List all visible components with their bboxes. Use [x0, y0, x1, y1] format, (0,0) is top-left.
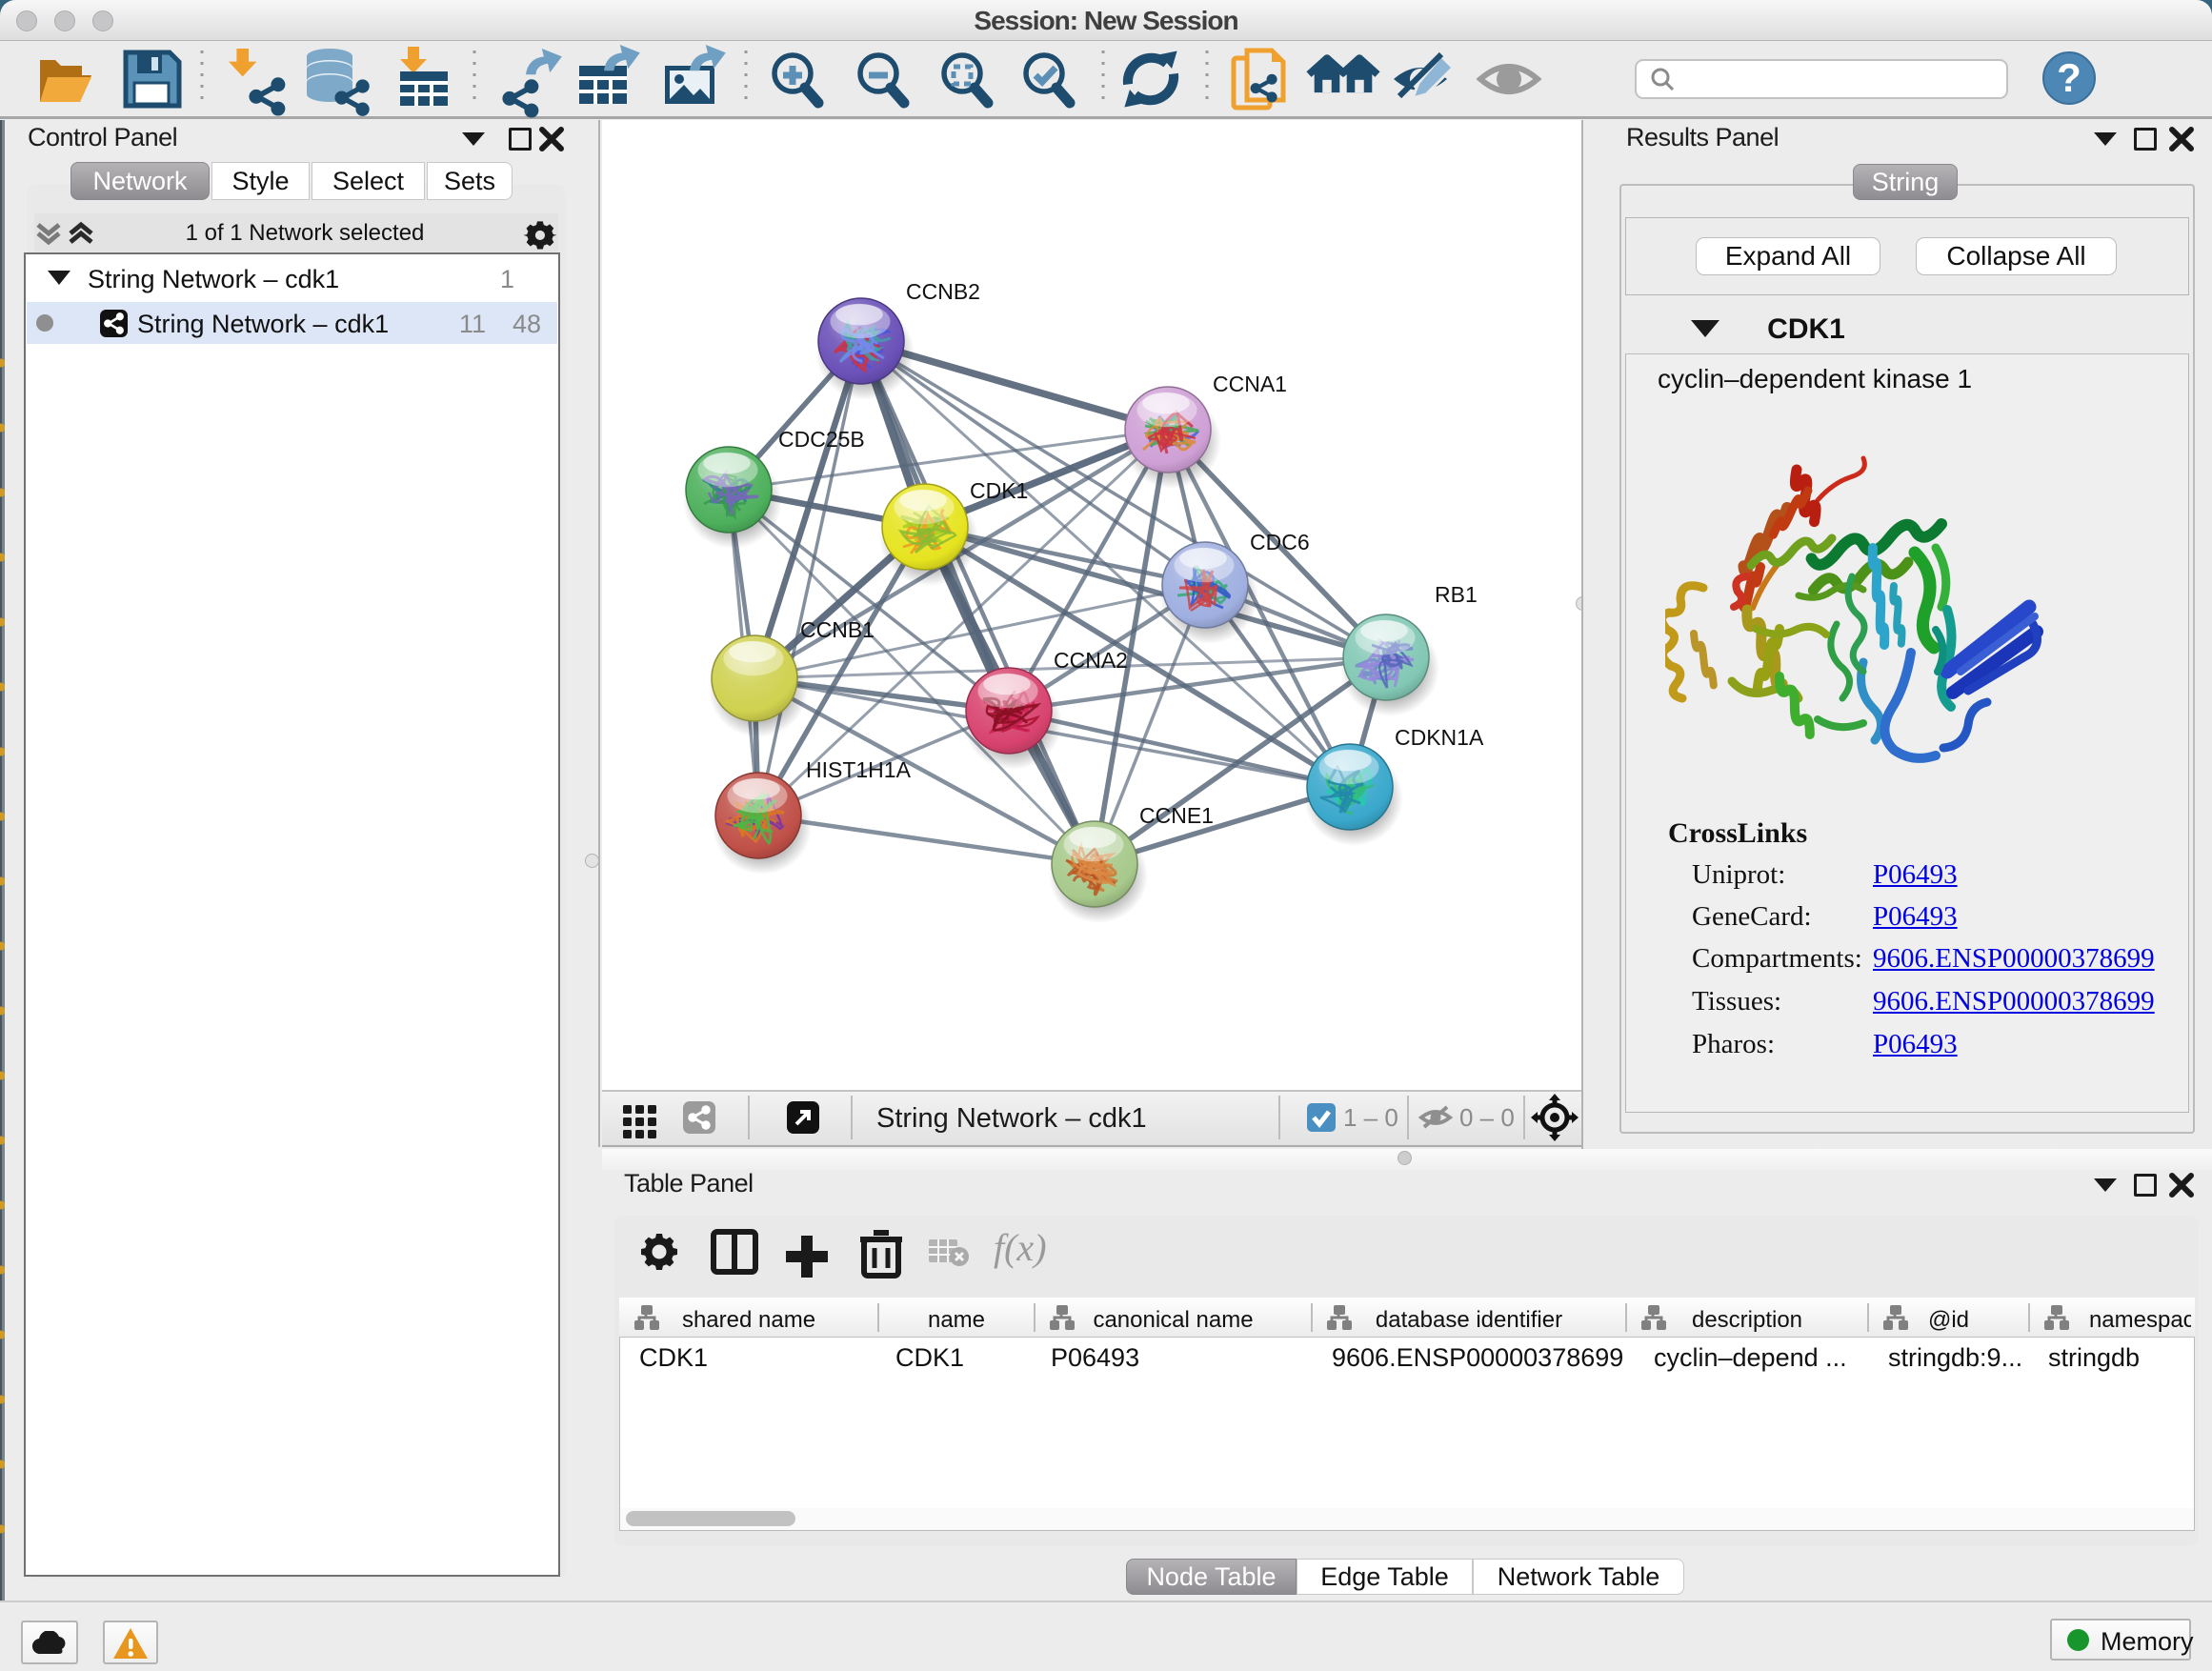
svg-text:f(x): f(x) — [994, 1226, 1047, 1269]
svg-text:CCNE1: CCNE1 — [1139, 803, 1214, 828]
svg-text:CCNB1: CCNB1 — [800, 617, 875, 642]
svg-text:cyclin–depend ...: cyclin–depend ... — [1654, 1343, 1847, 1372]
svg-text:database identifier: database identifier — [1376, 1307, 1562, 1333]
svg-text:stringdb:9...: stringdb:9... — [1888, 1343, 2022, 1372]
svg-text:CCNB2: CCNB2 — [906, 279, 980, 304]
svg-text:CDC6: CDC6 — [1250, 530, 1310, 554]
svg-text:HIST1H1A: HIST1H1A — [806, 757, 912, 782]
svg-text:CDK1: CDK1 — [970, 478, 1028, 503]
svg-text:CDK1: CDK1 — [895, 1343, 964, 1372]
svg-text:namespace: namespace — [2089, 1307, 2195, 1333]
svg-text:CDKN1A: CDKN1A — [1395, 725, 1484, 750]
svg-text:1 – 0: 1 – 0 — [1343, 1103, 1398, 1132]
svg-text:description: description — [1692, 1307, 1802, 1333]
svg-text:CDK1: CDK1 — [639, 1343, 708, 1372]
svg-text:?: ? — [2057, 55, 2081, 100]
svg-text:shared name: shared name — [682, 1307, 815, 1333]
svg-text:String Network – cdk1: String Network – cdk1 — [876, 1103, 1147, 1134]
svg-text:CCNA2: CCNA2 — [1054, 648, 1128, 673]
svg-text:canonical name: canonical name — [1093, 1307, 1253, 1333]
svg-text:name: name — [928, 1307, 985, 1333]
svg-text:RB1: RB1 — [1435, 582, 1478, 607]
svg-text:CDC25B: CDC25B — [778, 427, 865, 452]
svg-text:9606.ENSP00000378699: 9606.ENSP00000378699 — [1332, 1343, 1623, 1372]
svg-text:0 – 0: 0 – 0 — [1459, 1103, 1515, 1132]
svg-text:CCNA1: CCNA1 — [1213, 372, 1287, 396]
svg-text:@id: @id — [1928, 1307, 1969, 1333]
svg-text:stringdb: stringdb — [2048, 1343, 2140, 1372]
svg-text:P06493: P06493 — [1051, 1343, 1139, 1372]
